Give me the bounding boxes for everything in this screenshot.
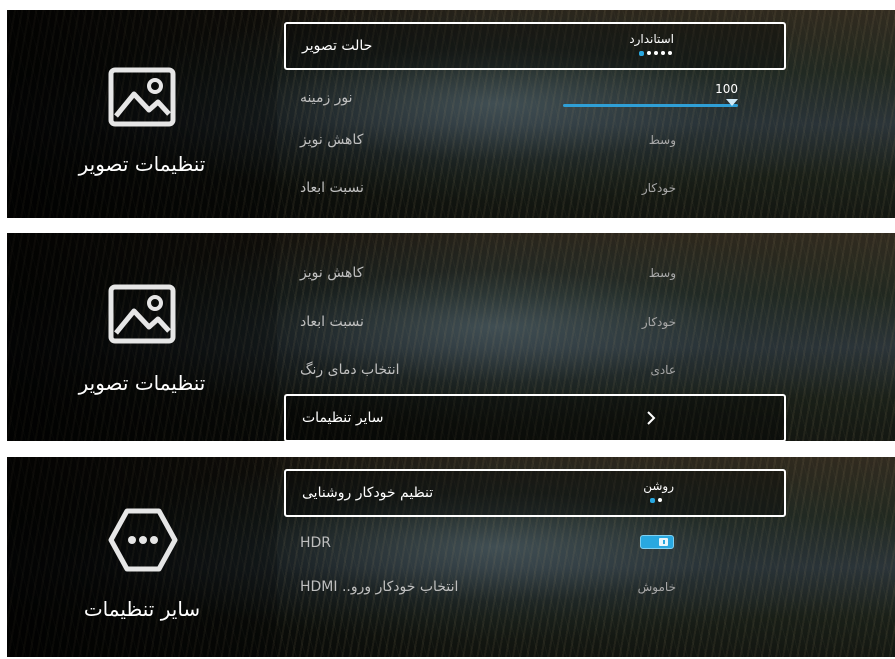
picture-settings-panel-2: تنظیمات تصویر کاهش نویز وسط نسبت ابعاد خ…: [7, 233, 895, 441]
menu-item-auto-brightness[interactable]: تنظیم خودکار روشنایی روشن: [284, 469, 786, 517]
chevron-right-icon: [647, 411, 656, 425]
item-label: HDR: [300, 535, 332, 551]
sidebar-title: تنظیمات تصویر: [78, 371, 206, 395]
item-value: وسط: [648, 133, 676, 147]
menu-item-aspect-ratio[interactable]: نسبت ابعاد خودکار: [284, 298, 786, 346]
other-settings-panel: سایر تنظیمات تنظیم خودکار روشنایی روشن H…: [7, 457, 895, 657]
item-label: انتخاب خودکار ورو.. HDMI: [300, 579, 459, 595]
menu-item-noise-reduction[interactable]: کاهش نویز وسط: [284, 116, 786, 164]
menu-item-noise-reduction[interactable]: کاهش نویز وسط: [284, 249, 786, 297]
item-label: نور زمینه: [300, 90, 353, 106]
menu-item-picture-mode[interactable]: حالت تصویر استاندارد: [284, 22, 786, 70]
sidebar-title: سایر تنظیمات: [83, 597, 201, 621]
item-value: خودکار: [641, 315, 676, 329]
item-value: عادی: [650, 363, 676, 377]
sidebar: سایر تنظیمات: [7, 457, 277, 657]
menu-item-other-settings[interactable]: سایر تنظیمات: [284, 394, 786, 441]
slider-track: [563, 104, 738, 107]
item-value: خودکار: [641, 181, 676, 195]
item-label: سایر تنظیمات: [302, 410, 384, 426]
toggle-indicator: [663, 540, 665, 544]
item-label: نسبت ابعاد: [300, 314, 364, 330]
image-icon: [108, 284, 176, 344]
backlight-slider[interactable]: 100: [563, 82, 738, 108]
item-label: کاهش نویز: [300, 132, 364, 148]
item-label: تنظیم خودکار روشنایی: [302, 485, 434, 501]
menu-item-backlight[interactable]: نور زمینه: [284, 74, 786, 122]
menu-item-color-temperature[interactable]: انتخاب دمای رنگ عادی: [284, 346, 786, 394]
menu-item-hdr[interactable]: HDR: [284, 519, 786, 567]
slider-value: 100: [715, 82, 738, 96]
image-icon: [108, 67, 176, 127]
hdr-toggle[interactable]: [640, 535, 674, 549]
sidebar-title: تنظیمات تصویر: [78, 152, 206, 176]
picture-settings-panel-1: تنظیمات تصویر حالت تصویر استاندارد نور ز…: [7, 10, 895, 218]
sidebar: تنظیمات تصویر: [7, 10, 277, 218]
menu-item-hdmi-auto-input[interactable]: انتخاب خودکار ورو.. HDMI خاموش: [284, 563, 786, 611]
item-value: خاموش: [637, 580, 676, 594]
item-label: کاهش نویز: [300, 265, 364, 281]
item-label: انتخاب دمای رنگ: [300, 362, 400, 378]
item-label: حالت تصویر: [302, 38, 373, 54]
item-value: وسط: [648, 266, 676, 280]
sidebar: تنظیمات تصویر: [7, 233, 277, 441]
menu-item-aspect-ratio[interactable]: نسبت ابعاد خودکار: [284, 164, 786, 212]
slider-knob[interactable]: [726, 99, 738, 106]
option-dots: [639, 50, 672, 56]
option-dots: [650, 497, 662, 503]
item-label: نسبت ابعاد: [300, 180, 364, 196]
more-dots-icon: [108, 508, 178, 572]
